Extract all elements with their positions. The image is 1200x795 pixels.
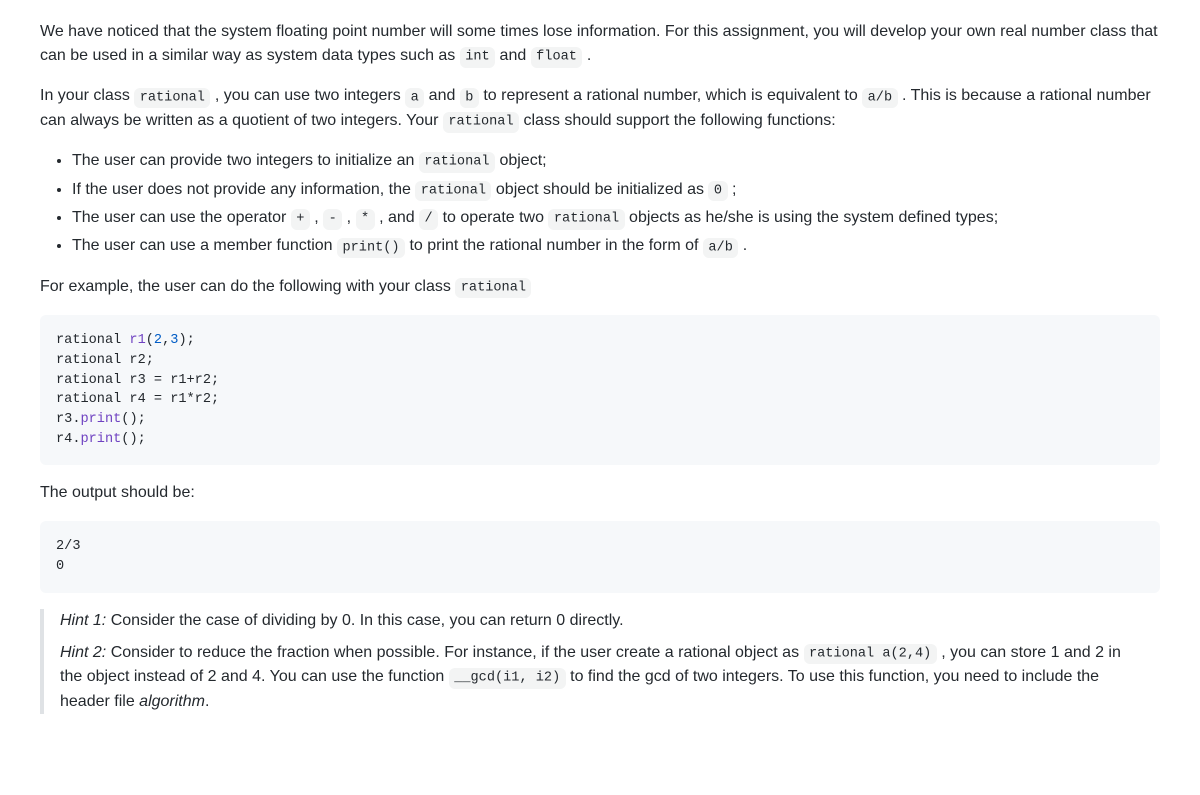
hints-block: Hint 1: Consider the case of dividing by… xyxy=(40,609,1160,714)
code-zero: 0 xyxy=(708,181,727,201)
code-rational: rational xyxy=(455,278,531,298)
text: , xyxy=(310,209,323,226)
text: . xyxy=(205,693,209,710)
hint-label: Hint 2: xyxy=(60,644,106,661)
text: Consider the case of dividing by 0. In t… xyxy=(106,612,623,629)
code-gcd: __gcd(i1, i2) xyxy=(449,668,566,688)
code-block-example: rational r1(2,3); rational r2; rational … xyxy=(40,315,1160,465)
text: ; xyxy=(728,181,737,198)
list-item: If the user does not provide any informa… xyxy=(72,178,1160,202)
code-rational: rational xyxy=(134,88,210,108)
text: object should be initialized as xyxy=(491,181,708,198)
text: If the user does not provide any informa… xyxy=(72,181,415,198)
code-int: int xyxy=(460,47,495,67)
code-content: 2/3 0 xyxy=(56,539,80,574)
requirements-list: The user can provide two integers to ini… xyxy=(40,149,1160,259)
document-content: We have noticed that the system floating… xyxy=(0,0,1200,750)
text: objects as he/she is using the system de… xyxy=(625,209,999,226)
example-lead: For example, the user can do the followi… xyxy=(40,275,1160,299)
code-print: print() xyxy=(337,238,405,258)
description-paragraph: In your class rational , you can use two… xyxy=(40,84,1160,133)
list-item: The user can provide two integers to ini… xyxy=(72,149,1160,173)
code-ab: a/b xyxy=(703,238,738,258)
list-item: The user can use the operator + , - , * … xyxy=(72,206,1160,230)
text: Consider to reduce the fraction when pos… xyxy=(106,644,803,661)
text: and xyxy=(424,87,460,104)
text: For example, the user can do the followi… xyxy=(40,278,455,295)
code-minus: - xyxy=(323,209,342,229)
text: to operate two xyxy=(438,209,548,226)
text: In your class xyxy=(40,87,134,104)
hint-1: Hint 1: Consider the case of dividing by… xyxy=(60,609,1144,633)
text: object; xyxy=(495,152,547,169)
code-rational-example: rational a(2,4) xyxy=(804,644,937,664)
text: The user can use the operator xyxy=(72,209,291,226)
text: to print the rational number in the form… xyxy=(405,237,703,254)
code-plus: + xyxy=(291,209,310,229)
code-star: * xyxy=(356,209,375,229)
code-content: rational r1(2,3); rational r2; rational … xyxy=(56,333,219,447)
text: and xyxy=(495,47,531,64)
code-slash: / xyxy=(419,209,438,229)
text: We have noticed that the system floating… xyxy=(40,23,1158,64)
text: to represent a rational number, which is… xyxy=(479,87,862,104)
code-b: b xyxy=(460,88,479,108)
intro-paragraph: We have noticed that the system floating… xyxy=(40,20,1160,68)
text: , xyxy=(342,209,355,226)
output-lead: The output should be: xyxy=(40,481,1160,505)
code-rational: rational xyxy=(548,209,624,229)
text: The user can provide two integers to ini… xyxy=(72,152,419,169)
text: . xyxy=(738,237,747,254)
hint-label: Hint 1: xyxy=(60,612,106,629)
text: , and xyxy=(375,209,419,226)
code-rational: rational xyxy=(443,112,519,132)
code-block-output: 2/3 0 xyxy=(40,521,1160,592)
code-rational: rational xyxy=(419,152,495,172)
text: . xyxy=(582,47,591,64)
code-float: float xyxy=(531,47,583,67)
code-rational: rational xyxy=(415,181,491,201)
text: , you can use two integers xyxy=(210,87,405,104)
list-item: The user can use a member function print… xyxy=(72,234,1160,258)
hint-2: Hint 2: Consider to reduce the fraction … xyxy=(60,641,1144,714)
text: The user can use a member function xyxy=(72,237,337,254)
code-ab: a/b xyxy=(862,88,897,108)
algorithm-header: algorithm xyxy=(139,693,205,710)
code-a: a xyxy=(405,88,424,108)
text: class should support the following funct… xyxy=(519,112,836,129)
